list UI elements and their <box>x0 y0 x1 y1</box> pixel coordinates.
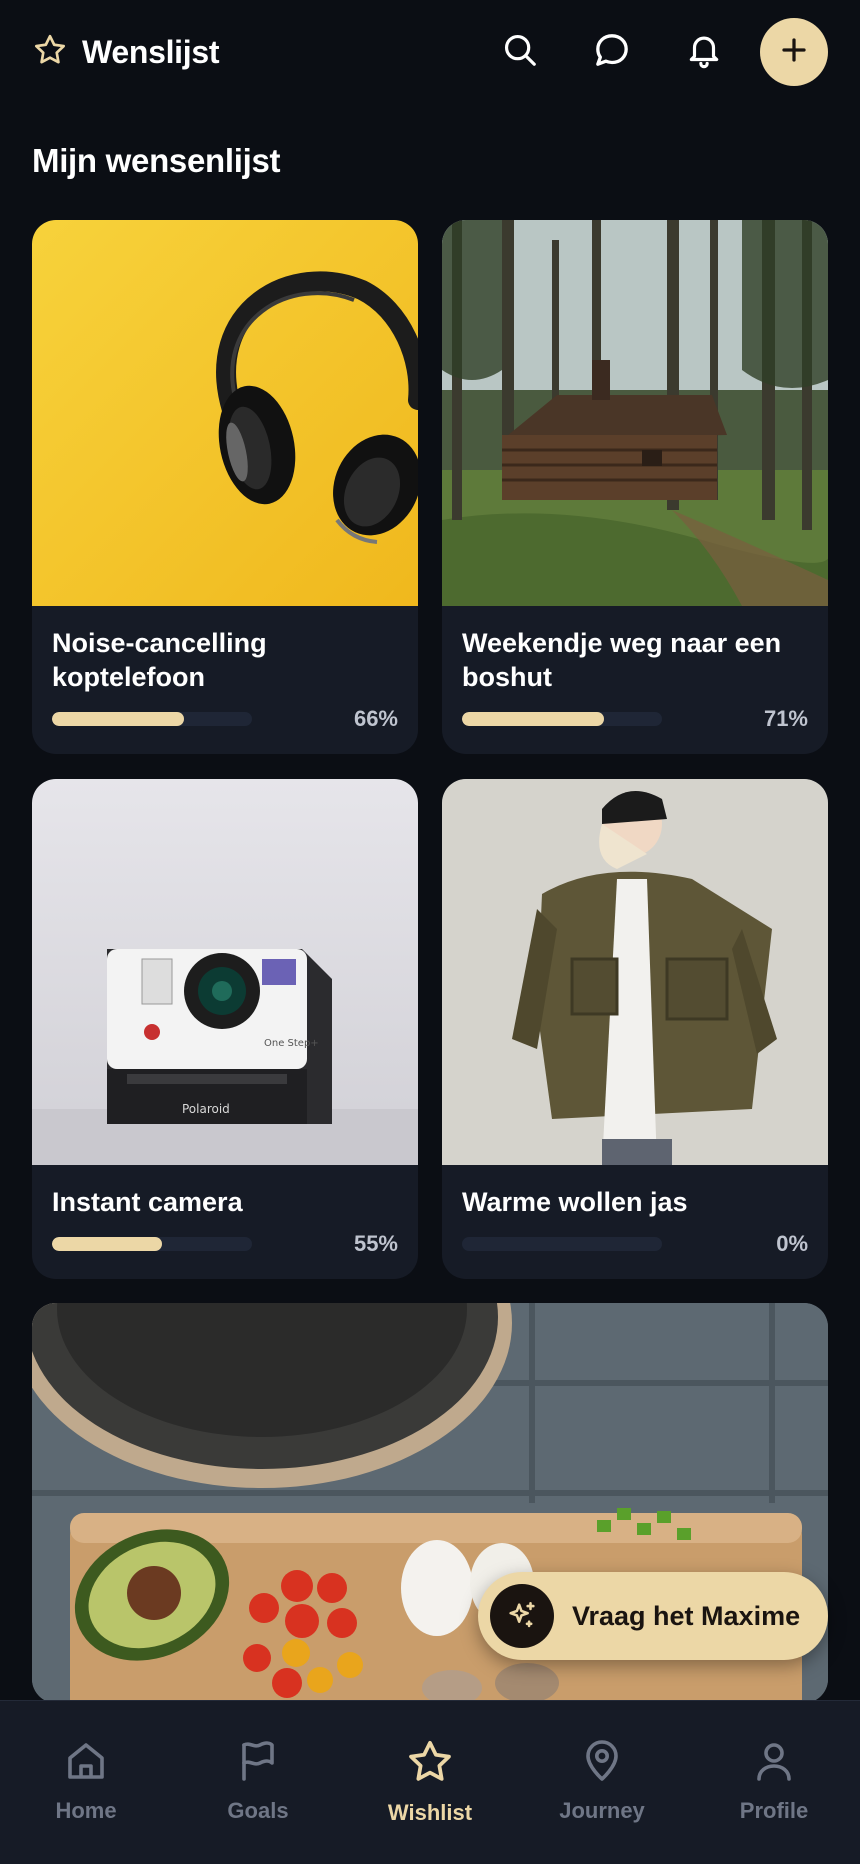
bottom-nav: Home Goals Wishlist Journey Profile <box>0 1700 860 1864</box>
progress-percent: 0% <box>776 1231 808 1256</box>
nav-label: Journey <box>559 1798 645 1823</box>
progress-fill <box>52 1237 162 1251</box>
progress-track <box>462 712 662 726</box>
camera-brand-label: Polaroid <box>182 1102 230 1116</box>
wish-name: Instant camera <box>52 1187 243 1217</box>
wish-card[interactable]: Polaroid One Step+ Instant camera 55% <box>32 779 418 1279</box>
nav-label: Profile <box>739 1798 809 1823</box>
wish-card[interactable]: Weekendje weg naar een boshut 71% <box>442 220 828 754</box>
bell-icon <box>685 31 723 74</box>
nav-label: Home <box>55 1798 117 1823</box>
add-wish-button[interactable] <box>760 18 828 86</box>
progress-row: 66% <box>52 706 398 732</box>
plus-icon <box>779 35 809 70</box>
chat-icon <box>592 30 632 75</box>
wish-card[interactable]: Warme wollen jas 0% <box>442 779 828 1279</box>
progress-percent: 66% <box>353 706 398 731</box>
nav-item-wishlist[interactable]: Wishlist <box>344 1701 516 1864</box>
nav-item-profile[interactable]: Profile <box>688 1701 860 1864</box>
brand: Wenslijst <box>32 32 220 73</box>
wish-name: Warme wollen jas <box>462 1187 688 1217</box>
wish-name: Noise-cancelling koptelefoon <box>52 628 267 692</box>
progress-track <box>52 712 252 726</box>
progress-fill <box>462 712 604 726</box>
star-icon <box>32 32 68 73</box>
progress-row: 0% <box>462 1231 808 1257</box>
progress-fill <box>52 712 184 726</box>
nav-item-goals[interactable]: Goals <box>172 1701 344 1864</box>
card-body: Instant camera 55% <box>32 1165 418 1257</box>
headphones-photo <box>32 220 418 606</box>
nav-label: Goals <box>227 1798 289 1823</box>
flag-icon <box>234 1737 282 1790</box>
app-header: Wenslijst <box>0 0 860 104</box>
progress-track <box>52 1237 252 1251</box>
user-icon <box>750 1737 798 1790</box>
search-button[interactable] <box>488 20 552 84</box>
search-icon <box>501 31 539 74</box>
app-title: Wenslijst <box>82 33 220 70</box>
progress-track <box>462 1237 662 1251</box>
card-body: Noise-cancelling koptelefoon 66% <box>32 606 418 732</box>
woman-in-jacket-photo <box>442 779 828 1165</box>
notifications-button[interactable] <box>672 20 736 84</box>
progress-percent: 55% <box>353 1231 398 1256</box>
map-pin-icon <box>578 1737 626 1790</box>
card-body: Warme wollen jas 0% <box>442 1165 828 1257</box>
cabin-photo <box>442 220 828 606</box>
section-title: Mijn wensenlijst <box>32 142 281 179</box>
star-icon <box>405 1737 455 1792</box>
polaroid-camera-photo: Polaroid One Step+ <box>32 779 418 1165</box>
progress-row: 55% <box>52 1231 398 1257</box>
card-body: Weekendje weg naar een boshut 71% <box>442 606 828 732</box>
assistant-label: Vraag het Maxime <box>572 1600 801 1631</box>
sparkle-icon <box>490 1584 554 1648</box>
wish-name: Weekendje weg naar een boshut <box>462 628 782 692</box>
messages-button[interactable] <box>580 20 644 84</box>
progress-row: 71% <box>462 706 808 732</box>
progress-percent: 71% <box>763 706 808 731</box>
nav-label: Wishlist <box>387 1800 473 1825</box>
ask-assistant-button[interactable]: Vraag het Maxime <box>478 1572 828 1660</box>
wish-card[interactable]: Noise-cancelling koptelefoon 66% <box>32 220 418 754</box>
camera-model-label: One Step+ <box>264 1038 319 1049</box>
nav-item-journey[interactable]: Journey <box>516 1701 688 1864</box>
header-actions <box>460 18 828 86</box>
home-icon <box>62 1737 110 1790</box>
nav-item-home[interactable]: Home <box>0 1701 172 1864</box>
